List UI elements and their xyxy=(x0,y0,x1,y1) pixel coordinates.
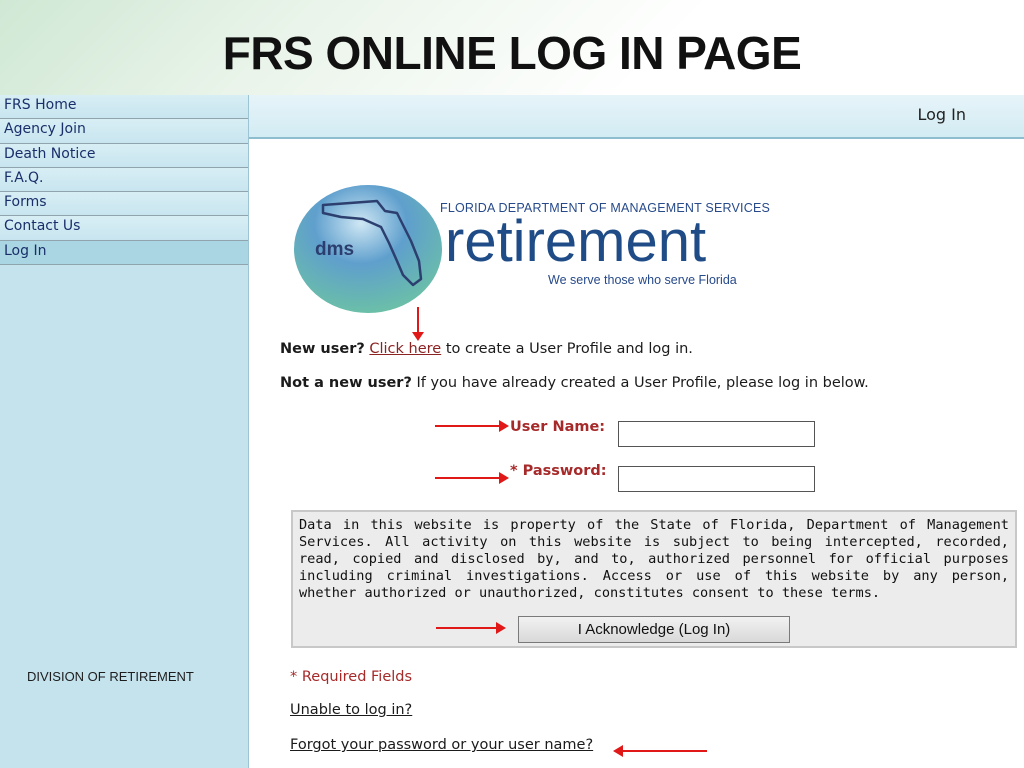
sidebar-item-log-in[interactable]: Log In xyxy=(0,240,248,266)
annotation-arrow-password xyxy=(435,472,509,484)
annotation-arrow-down xyxy=(412,307,424,341)
main-panel: Log In dms FLORIDA DEPARTMENT OF MANAGEM… xyxy=(249,95,1024,768)
existing-user-prefix: Not a new user? xyxy=(280,375,412,391)
annotation-arrow-username xyxy=(435,420,509,432)
division-label: DIVISION OF RETIREMENT xyxy=(27,669,194,684)
annotation-arrow-forgot xyxy=(613,745,707,757)
forgot-credentials-link[interactable]: Forgot your password or your user name? xyxy=(290,737,593,753)
existing-user-suffix: If you have already created a User Profi… xyxy=(416,375,869,391)
new-user-prefix: New user? xyxy=(280,341,365,357)
dms-badge-text: dms xyxy=(315,239,355,260)
existing-user-line: Not a new user? If you have already crea… xyxy=(280,375,869,391)
new-user-suffix: to create a User Profile and log in. xyxy=(445,341,693,357)
username-label: User Name: xyxy=(510,419,606,435)
password-label: * Password: xyxy=(510,463,607,479)
legal-notice-box: Data in this website is property of the … xyxy=(291,510,1017,648)
logo-wordmark: retirement xyxy=(445,209,707,274)
acknowledge-login-button[interactable]: I Acknowledge (Log In) xyxy=(518,616,790,643)
unable-to-login-link[interactable]: Unable to log in? xyxy=(290,702,412,718)
create-profile-link[interactable]: Click here xyxy=(369,341,441,357)
password-input[interactable] xyxy=(618,466,815,492)
header-bar: Log In xyxy=(249,95,1024,139)
sidebar-item-faq[interactable]: F.A.Q. xyxy=(0,167,248,193)
sidebar-item-death-notice[interactable]: Death Notice xyxy=(0,143,248,168)
sidebar-item-forms[interactable]: Forms xyxy=(0,192,248,217)
sidebar-item-frs-home[interactable]: FRS Home xyxy=(0,95,248,120)
sidebar-nav: FRS Home Agency Join Death Notice F.A.Q.… xyxy=(0,95,249,768)
username-input[interactable] xyxy=(618,421,815,447)
annotation-arrow-acknowledge xyxy=(436,622,506,634)
sidebar-item-contact-us[interactable]: Contact Us xyxy=(0,216,248,241)
new-user-line: New user? Click here to create a User Pr… xyxy=(280,341,693,357)
sidebar-item-agency-join[interactable]: Agency Join xyxy=(0,119,248,144)
required-fields-note: * Required Fields xyxy=(290,669,413,685)
header-title: Log In xyxy=(917,105,966,124)
legal-notice-text: Data in this website is property of the … xyxy=(299,517,1009,601)
logo-tagline: We serve those who serve Florida xyxy=(548,273,737,287)
slide-title: FRS ONLINE LOG IN PAGE xyxy=(222,27,802,79)
dms-retirement-logo: dms FLORIDA DEPARTMENT OF MANAGEMENT SER… xyxy=(293,183,773,313)
